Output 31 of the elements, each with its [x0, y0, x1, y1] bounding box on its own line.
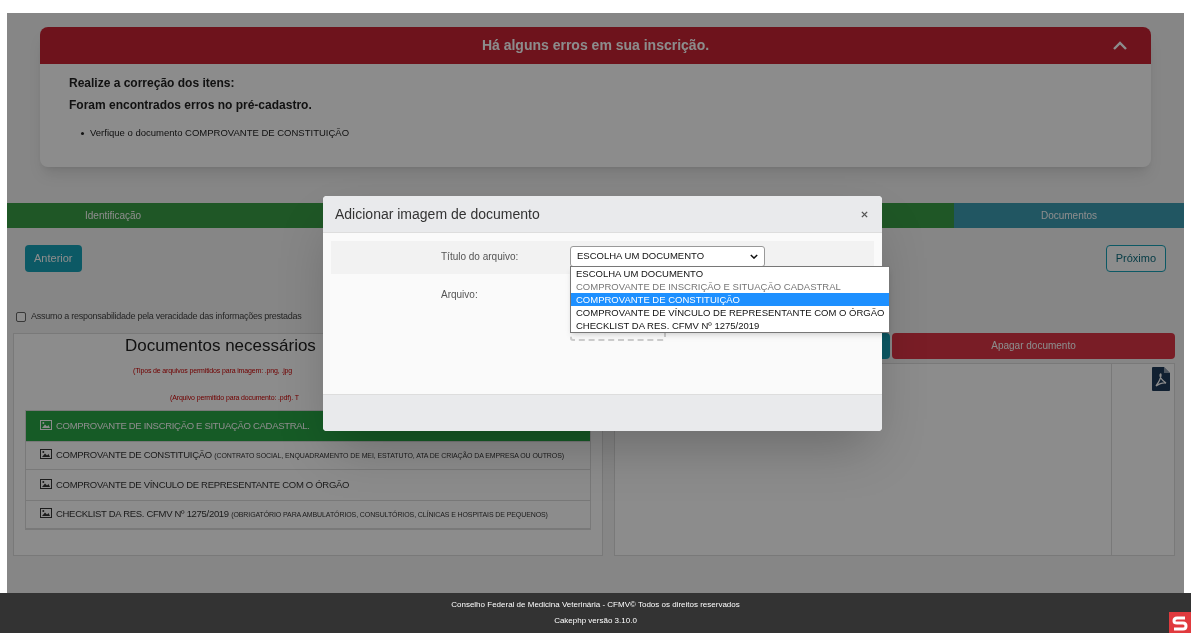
- delete-button[interactable]: Apagar documento: [892, 332, 1175, 359]
- image-icon: [40, 448, 52, 459]
- checkbox[interactable]: [16, 311, 26, 322]
- dropdown-option[interactable]: COMPROVANTE DE VÍNCULO DE REPRESENTANTE COM O ÓRGÃO: [571, 306, 890, 319]
- image-icon: [40, 419, 52, 430]
- field-label: Arquivo:: [441, 288, 479, 302]
- select-field[interactable]: ESCOLHA UM DOCUMENTO: [570, 246, 765, 267]
- footer-text: Cakephp versão 3.10.0: [554, 615, 637, 627]
- dropdown-option: COMPROVANTE DE INSCRIÇÃO E SITUAÇÃO CADASTRAL: [571, 280, 890, 293]
- checkbox-label: Assumo a responsabilidade pela veracidade das informações prestadas: [31, 310, 302, 323]
- field-label: Título do arquivo:: [441, 250, 520, 264]
- document-name: COMPROVANTE DE INSCRIÇÃO E SITUAÇÃO CADASTRAL.: [56, 418, 310, 433]
- image-icon: [40, 478, 52, 489]
- alert-title: Há alguns erros em sua inscrição.: [481, 36, 710, 55]
- modal-title: Adicionar imagem de documento: [335, 204, 540, 224]
- close-icon[interactable]: [861, 210, 868, 218]
- dropdown-option[interactable]: ESCOLHA UM DOCUMENTO: [571, 267, 890, 280]
- bullet-icon: [81, 131, 84, 135]
- footer-text: Conselho Federal de Medicina Veterinária - CFMV© Todos os direitos reservados: [451, 599, 740, 611]
- document-name: COMPROVANTE DE VÍNCULO DE REPRESENTANTE COM O ÓRGÃO: [56, 477, 350, 492]
- error-item: Verfique o documento COMPROVANTE DE CONSTITUIÇÃO: [90, 126, 350, 140]
- logo-icon[interactable]: [1169, 612, 1191, 633]
- image-icon: [40, 507, 52, 518]
- panel-title: Documentos necessários: [125, 334, 316, 357]
- alert-message: Foram encontrados erros no pré-cadastro.: [69, 97, 313, 114]
- alert-message: Realize a correção dos itens:: [69, 75, 236, 92]
- chevron-up-icon[interactable]: [1113, 41, 1127, 51]
- dropdown-option[interactable]: CHECKLIST DA RES. CFMV Nº 1275/2019: [571, 319, 890, 332]
- pdf-file-icon[interactable]: [1152, 366, 1170, 391]
- dropdown-option[interactable]: COMPROVANTE DE CONSTITUIÇÃO: [571, 293, 890, 306]
- chevron-down-icon: [750, 254, 758, 259]
